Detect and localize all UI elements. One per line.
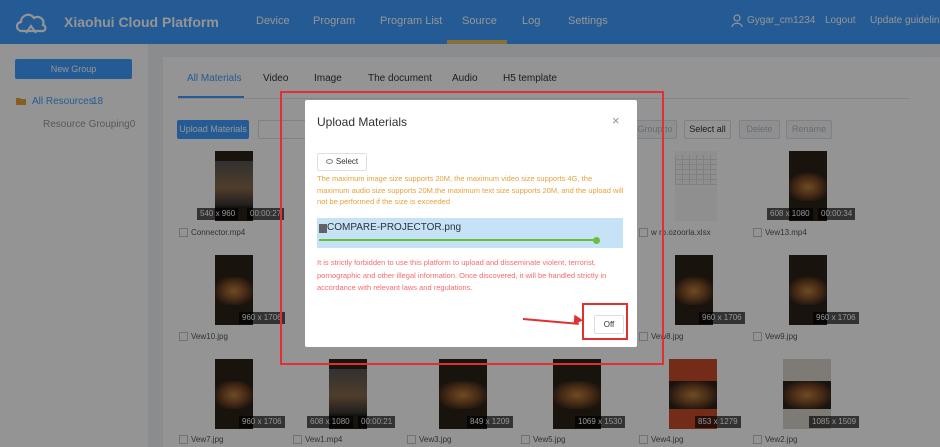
annotation-arrow-icon (573, 314, 584, 326)
off-button-highlight-box (582, 303, 628, 340)
